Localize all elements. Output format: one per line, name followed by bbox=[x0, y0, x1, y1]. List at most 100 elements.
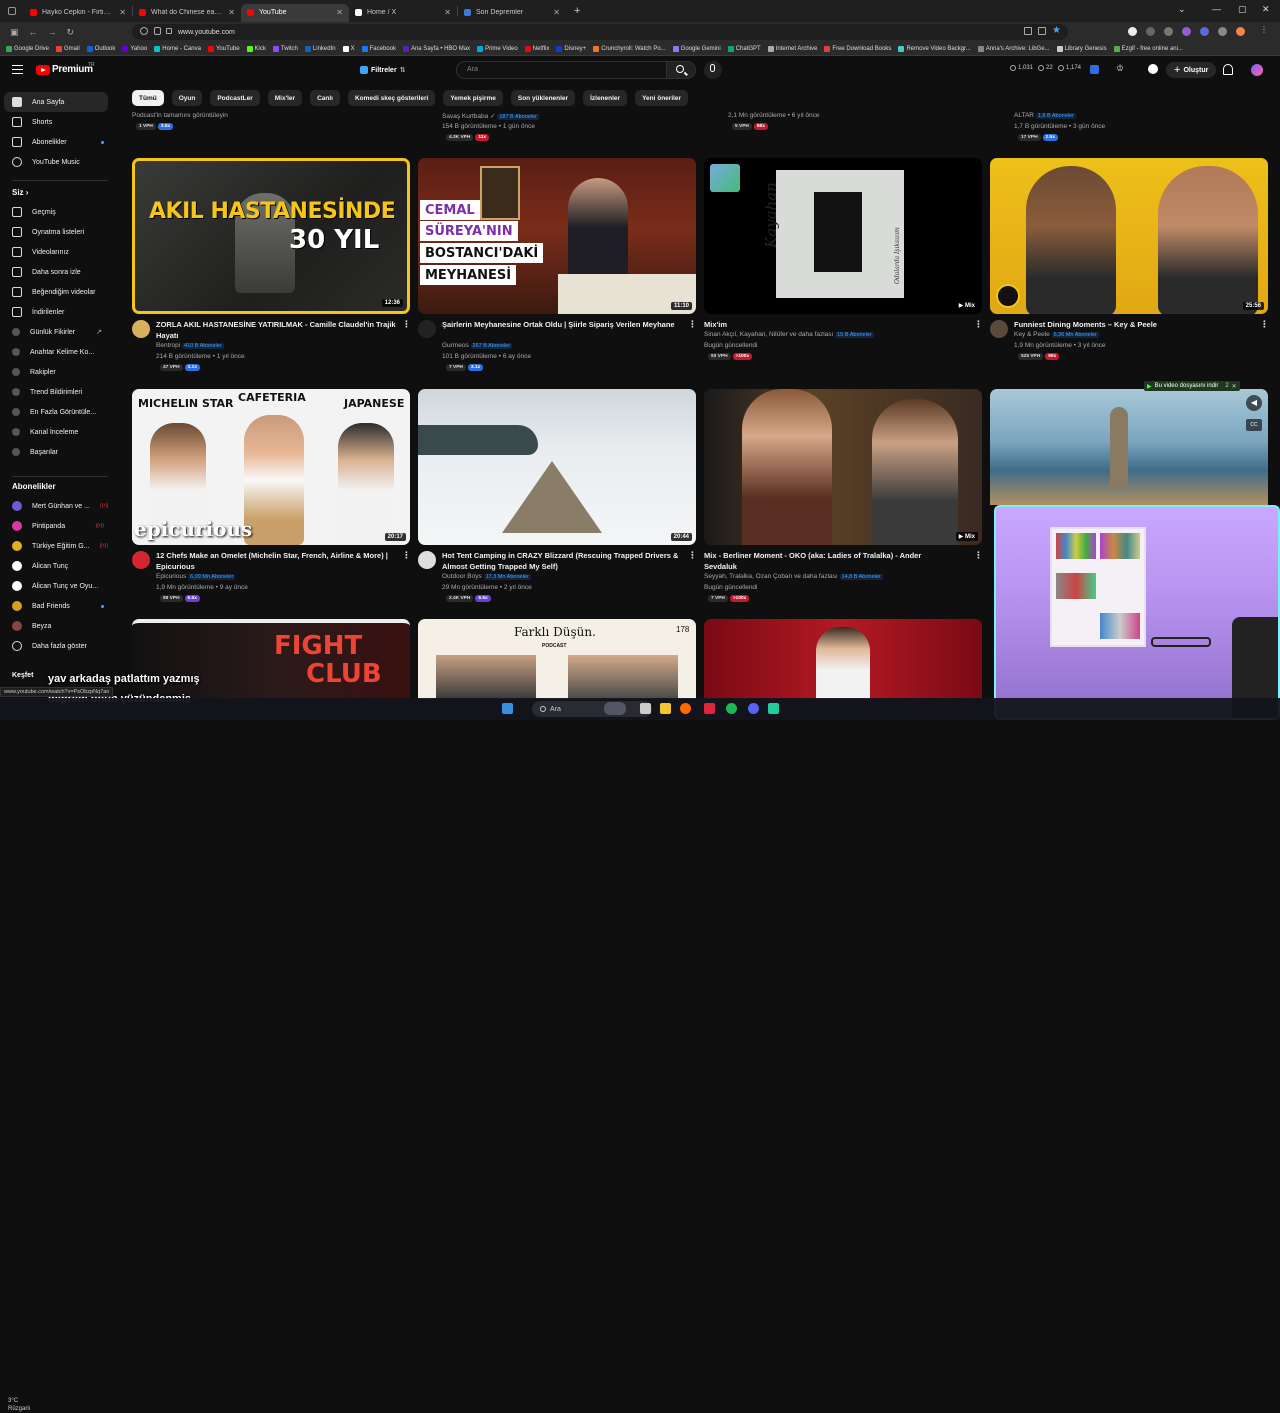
close-tab-icon[interactable]: ✕ bbox=[119, 8, 126, 17]
notifications-bell-icon[interactable] bbox=[1223, 64, 1233, 75]
captions-icon[interactable]: CC bbox=[1246, 419, 1262, 431]
chip-filter[interactable]: Mix'ler bbox=[267, 90, 303, 106]
sidebar-item-your-videos[interactable]: Videolarınız bbox=[4, 242, 108, 262]
subscription-item[interactable]: Türkiye Eğitim G... ((•)) bbox=[4, 536, 108, 556]
bookmark-item[interactable]: Prime Video bbox=[477, 45, 518, 52]
sidebar-item-history[interactable]: Geçmiş bbox=[4, 202, 108, 222]
more-options-icon[interactable]: ⋮ bbox=[688, 319, 697, 330]
more-options-icon[interactable]: ⋮ bbox=[688, 550, 697, 561]
browser-tab[interactable]: Home / X ✕ bbox=[349, 4, 457, 22]
channel-avatar[interactable] bbox=[990, 320, 1008, 338]
profile-avatar[interactable] bbox=[1236, 27, 1245, 36]
bookmark-item[interactable]: YouTube bbox=[207, 45, 240, 52]
browser-tab[interactable]: What do Chinese eat for Breakf✕ bbox=[133, 4, 241, 22]
bookmark-item[interactable]: Kick bbox=[246, 45, 266, 52]
video-title[interactable]: Mix - Berliner Moment - OKO (aka: Ladies… bbox=[704, 550, 954, 572]
bookmark-star-icon[interactable]: ★ bbox=[1052, 25, 1061, 36]
subscription-item[interactable]: Bad Friends bbox=[4, 596, 108, 616]
video-title[interactable]: Şairlerin Meyhanesine Ortak Oldu | Şiirl… bbox=[442, 319, 692, 330]
close-tab-icon[interactable]: ✕ bbox=[336, 8, 343, 17]
youtube-logo-icon[interactable] bbox=[36, 65, 50, 75]
channel-name-line[interactable]: Sinan Akçıl, Kayahan, Nilüfer ve daha fa… bbox=[704, 331, 874, 338]
close-tab-icon[interactable]: ✕ bbox=[228, 8, 235, 17]
bookmark-item[interactable]: Library Genesis bbox=[1056, 45, 1107, 52]
channel-name-line[interactable]: Outdoor Boys 17,3 Mn Aboneler bbox=[442, 573, 531, 580]
chip-filter[interactable]: İzlenenler bbox=[583, 90, 628, 106]
subscription-item[interactable]: Mert Günhan ve ... ((•)) bbox=[4, 496, 108, 516]
sidebar-item-lightbulb[interactable]: Günlük Fikirler ↗ bbox=[4, 322, 108, 342]
mix-thumbnail[interactable]: ▶ Mix bbox=[704, 389, 982, 545]
extensions-puzzle-icon[interactable] bbox=[1218, 27, 1227, 36]
url-text[interactable]: www.youtube.com bbox=[178, 29, 235, 36]
sidebar-item-trend[interactable]: Trend Bildirimleri bbox=[4, 382, 108, 402]
sidebar-item-competitors[interactable]: Rakipler bbox=[4, 362, 108, 382]
bookmark-item[interactable]: Outlook bbox=[86, 45, 115, 52]
video-thumbnail[interactable]: FIGHT CLUB bbox=[132, 619, 410, 699]
browser-tab[interactable]: Hayko Cepkin - Firtinam - YouTu✕ bbox=[24, 4, 132, 22]
video-thumbnail[interactable]: MICHELIN STAR CAFETERIA JAPANESE epicuri… bbox=[132, 389, 410, 545]
bookmark-item[interactable]: Disney+ bbox=[556, 45, 586, 52]
trophy-icon[interactable]: ♔ bbox=[1116, 63, 1124, 74]
more-options-icon[interactable]: ⋮ bbox=[1260, 319, 1269, 330]
close-tab-icon[interactable]: ✕ bbox=[553, 8, 560, 17]
extension-icon[interactable] bbox=[1182, 27, 1191, 36]
menu-hamburger-icon[interactable] bbox=[12, 65, 23, 74]
bookmark-item[interactable]: Netflix bbox=[524, 45, 549, 52]
chip-filter[interactable]: Yemek pişirme bbox=[443, 90, 503, 106]
video-title[interactable]: ZORLA AKIL HASTANESİNE YATIRILMAK - Cami… bbox=[156, 319, 406, 341]
discord-icon[interactable] bbox=[748, 703, 759, 714]
sidebar-item-youtube-music[interactable]: YouTube Music bbox=[4, 152, 108, 172]
sidebar-subscriptions-header[interactable]: Abonelikler bbox=[12, 482, 56, 491]
sidebar-item-achievements[interactable]: Başarılar bbox=[4, 442, 108, 462]
maximize-icon[interactable]: ▢ bbox=[1238, 4, 1247, 15]
video-title[interactable]: 12 Chefs Make an Omelet (Michelin Star, … bbox=[156, 550, 406, 572]
video-title[interactable]: Hot Tent Camping in CRAZY Blizzard (Resc… bbox=[442, 550, 692, 572]
bookmark-item[interactable]: Twitch bbox=[272, 45, 298, 52]
mute-icon[interactable]: ◀ bbox=[1246, 395, 1262, 411]
firefox-icon[interactable] bbox=[680, 703, 691, 714]
voice-search-button[interactable] bbox=[704, 61, 722, 79]
channel-avatar[interactable] bbox=[418, 320, 436, 338]
sidebar-item-playlist[interactable]: Oynatma listeleri bbox=[4, 222, 108, 242]
menu-dots-icon[interactable]: ⋮ bbox=[1260, 25, 1269, 34]
sidebar-item-shorts[interactable]: Shorts bbox=[4, 112, 108, 132]
bookmark-item[interactable]: Ezgif - free online ani... bbox=[1113, 45, 1183, 52]
weather-widget[interactable]: 3°C Rüzgarlı bbox=[8, 1397, 30, 1413]
chip-filter[interactable]: Tümü bbox=[132, 90, 164, 106]
video-thumbnail[interactable]: Farklı Düşün. PODCAST 178 bbox=[418, 619, 696, 699]
account-avatar[interactable] bbox=[1251, 64, 1263, 76]
app-icon[interactable] bbox=[768, 703, 779, 714]
channel-avatar[interactable] bbox=[132, 551, 150, 569]
channel-avatar[interactable] bbox=[132, 320, 150, 338]
subscription-item[interactable]: Alican Tunç ve Oyu... bbox=[4, 576, 108, 596]
more-options-icon[interactable]: ⋮ bbox=[974, 550, 983, 561]
bookmark-item[interactable]: Anna's Archive: LibGe... bbox=[977, 45, 1050, 52]
subscription-item[interactable]: Beyza bbox=[4, 616, 108, 636]
install-icon[interactable] bbox=[1038, 27, 1046, 35]
channel-avatar[interactable] bbox=[418, 551, 436, 569]
sidebar-you-header[interactable]: Siz › bbox=[12, 188, 28, 197]
forward-icon[interactable]: → bbox=[48, 27, 57, 37]
chip-filter[interactable]: Komedi skeç gösterileri bbox=[347, 90, 436, 106]
filters-button[interactable]: Filtreler ⇅ bbox=[360, 63, 406, 77]
sidebar-item-channel-audit[interactable]: Kanal İnceleme bbox=[4, 422, 108, 442]
search-button[interactable] bbox=[666, 61, 696, 79]
minimize-icon[interactable]: — bbox=[1212, 4, 1221, 14]
more-options-icon[interactable]: ⋮ bbox=[974, 319, 983, 330]
gear-icon[interactable] bbox=[1148, 64, 1158, 74]
subscription-item[interactable]: Alican Tunç bbox=[4, 556, 108, 576]
app-icon[interactable] bbox=[704, 703, 715, 714]
bookmark-item[interactable]: Facebook bbox=[361, 45, 396, 52]
bookmark-item[interactable]: Google Gemini bbox=[672, 45, 721, 52]
chip-filter[interactable]: Canlı bbox=[310, 90, 340, 106]
sidebar-explore-header[interactable]: Keşfet bbox=[12, 672, 33, 679]
browser-tab[interactable]: Son Depremler ✕ bbox=[458, 4, 566, 22]
file-explorer-icon[interactable] bbox=[660, 703, 671, 714]
chip-filter[interactable]: Oyun bbox=[171, 90, 203, 106]
bookmark-item[interactable]: Ana Sayfa • HBO Max bbox=[402, 45, 470, 52]
channel-name-line[interactable]: Key & Peele 6,36 Mn Aboneler bbox=[1014, 331, 1099, 338]
bookmark-item[interactable]: Remove Video Backgr... bbox=[898, 45, 971, 52]
new-tab-button[interactable]: + bbox=[574, 5, 580, 17]
spotify-icon[interactable] bbox=[726, 703, 737, 714]
extension-icon[interactable] bbox=[1164, 27, 1173, 36]
